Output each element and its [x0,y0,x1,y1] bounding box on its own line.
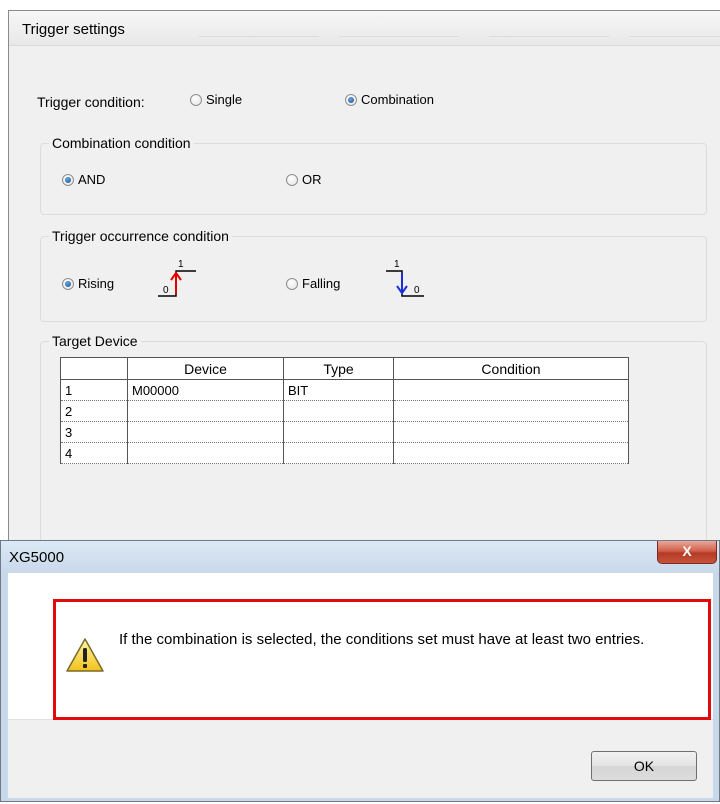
combination-condition-group: Combination condition AND OR [40,135,707,215]
dialog-title: XG5000 [9,549,65,566]
falling-high-label: 1 [394,259,400,270]
cell-device[interactable] [127,400,284,422]
radio-falling-circle[interactable] [286,277,298,290]
radio-or[interactable]: OR [286,171,322,187]
cell-type[interactable]: BIT [283,379,394,401]
table-row: 2 [60,400,629,422]
trigger-settings-titlebar: Trigger settings [9,11,720,46]
column-header-device[interactable]: Device [127,357,284,380]
highlight-box [53,599,711,720]
table-row: 1 M00000 BIT [60,379,629,401]
trigger-settings-title: Trigger settings [22,21,125,38]
ghost-tab [629,36,720,45]
table-row: 4 [60,442,629,464]
occurrence-condition-legend: Trigger occurrence condition [49,228,232,244]
rising-low-label: 0 [163,285,169,296]
radio-rising[interactable]: Rising [62,275,114,291]
radio-single[interactable]: Single [190,91,242,107]
radio-and-label: AND [78,172,106,188]
cell-type[interactable] [283,442,394,464]
occurrence-condition-group: Trigger occurrence condition Rising 1 0 … [40,228,707,322]
combination-condition-legend: Combination condition [49,135,194,151]
cell-device[interactable] [127,442,284,464]
radio-combination-label: Combination [361,92,434,108]
error-dialog: XG5000 X If the combination is selected,… [0,540,720,802]
column-header-condition[interactable]: Condition [393,357,629,380]
ghost-tab [199,36,319,45]
radio-and[interactable]: AND [62,171,105,187]
rising-edge-icon: 1 0 [158,259,196,297]
radio-and-circle[interactable] [62,173,74,186]
radio-combination[interactable]: Combination [345,91,434,107]
radio-single-label: Single [206,92,243,108]
ghost-tab [489,36,609,45]
falling-low-label: 0 [414,285,420,296]
radio-or-label: OR [302,172,322,188]
radio-rising-circle[interactable] [62,277,74,290]
ok-button[interactable]: OK [591,751,697,781]
column-header-type[interactable]: Type [283,357,394,380]
cell-condition[interactable] [393,379,629,401]
dialog-footer: OK [8,719,713,798]
row-number: 3 [60,421,128,443]
radio-falling-label: Falling [302,276,341,292]
dialog-titlebar: XG5000 X [1,541,719,573]
cell-condition[interactable] [393,421,629,443]
radio-combination-circle[interactable] [345,93,357,106]
cell-condition[interactable] [393,400,629,422]
radio-falling[interactable]: Falling [286,275,340,291]
row-number-header [60,357,128,380]
radio-or-circle[interactable] [286,173,298,186]
cell-condition[interactable] [393,442,629,464]
cell-type[interactable] [283,421,394,443]
rising-high-label: 1 [178,259,184,270]
falling-edge-icon: 1 0 [386,259,424,297]
row-number: 1 [60,379,128,401]
ghost-tab [339,36,459,45]
close-button[interactable]: X [657,541,717,564]
target-device-legend: Target Device [49,333,141,349]
target-device-table: Device Type Condition 1 M00000 BIT 2 3 4 [60,357,629,464]
row-number: 4 [60,442,128,464]
radio-single-circle[interactable] [190,93,202,106]
radio-rising-label: Rising [78,276,115,292]
cell-type[interactable] [283,400,394,422]
table-row: 3 [60,421,629,443]
trigger-condition-label: Trigger condition: [37,94,145,110]
cell-device[interactable] [127,421,284,443]
cell-device[interactable]: M00000 [127,379,284,401]
table-header-row: Device Type Condition [60,357,629,380]
row-number: 2 [60,400,128,422]
